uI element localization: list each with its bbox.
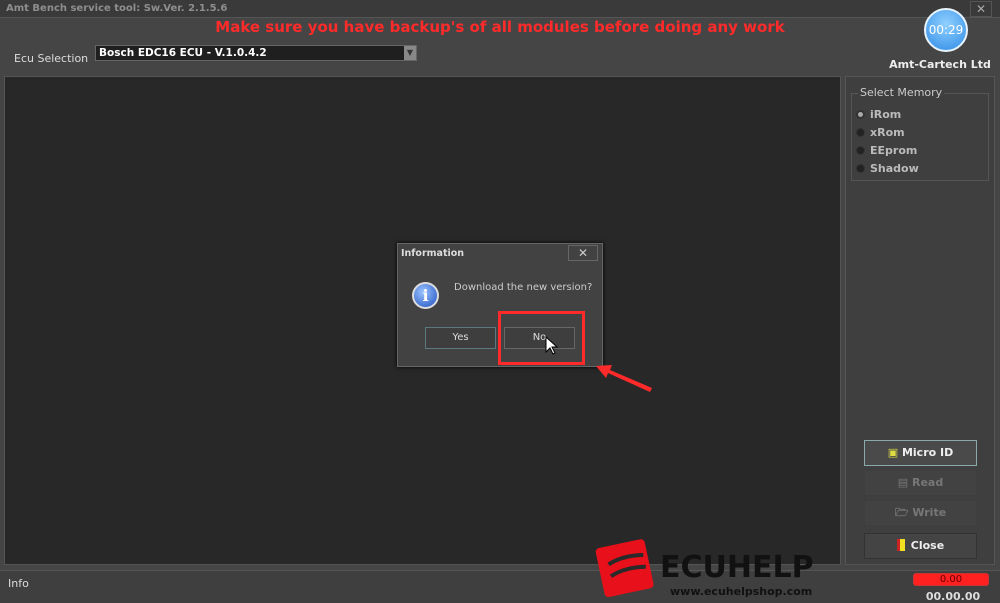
right-panel: Select Memory iRom xRom EEprom Shadow ▣ … — [845, 76, 995, 565]
select-memory-group: Select Memory iRom xRom EEprom Shadow — [851, 86, 989, 181]
ecuhelp-watermark: ECUHELP www.ecuhelpshop.com — [595, 539, 814, 598]
mouse-cursor-icon — [545, 335, 559, 355]
radio-shadow[interactable]: Shadow — [856, 162, 986, 178]
ecu-selection-label: Ecu Selection — [14, 52, 89, 65]
micro-id-button[interactable]: ▣ Micro ID — [864, 440, 977, 466]
info-icon: i — [412, 282, 439, 309]
door-icon — [896, 539, 905, 551]
folder-icon: 🗁 — [894, 506, 913, 519]
ecu-selection-dropdown[interactable]: Bosch EDC16 ECU - V.1.0.4.2 ▼ — [95, 45, 417, 61]
title-bar: Amt Bench service tool: Sw.Ver. 2.1.5.6 … — [0, 0, 1000, 18]
button-label: Write — [912, 506, 947, 519]
radio-irom[interactable]: iRom — [856, 108, 986, 124]
button-label: Close — [910, 539, 945, 552]
backup-warning: Make sure you have backup's of all modul… — [215, 18, 785, 36]
window-close-button[interactable]: ✕ — [970, 1, 992, 17]
elapsed-time: 00.00.00 — [925, 590, 981, 603]
radio-label: EEprom — [870, 144, 918, 157]
button-label: Micro ID — [901, 446, 954, 459]
dialog-title: Information — [401, 248, 465, 259]
button-label: Read — [912, 476, 944, 489]
window-title: Amt Bench service tool: Sw.Ver. 2.1.5.6 — [6, 3, 228, 14]
radio-icon — [856, 164, 865, 173]
close-button[interactable]: Close — [864, 533, 977, 559]
radio-label: xRom — [870, 126, 905, 139]
read-icon: ▤ — [897, 476, 912, 489]
progress-indicator: 0.00 — [913, 573, 989, 586]
chevron-down-icon[interactable]: ▼ — [404, 46, 416, 60]
select-memory-title: Select Memory — [858, 86, 945, 99]
info-bar: Info 0.00 00.00.00 — [0, 570, 1000, 603]
yes-button[interactable]: Yes — [425, 327, 496, 349]
dialog-close-button[interactable]: ✕ — [568, 245, 598, 261]
radio-label: iRom — [870, 108, 902, 121]
radio-icon — [856, 128, 865, 137]
write-button[interactable]: 🗁 Write — [864, 500, 977, 526]
dialog-message: Download the new version? — [454, 282, 593, 293]
red-arrow-icon — [596, 365, 652, 392]
info-label: Info — [8, 577, 29, 590]
radio-label: Shadow — [870, 162, 919, 175]
timer-badge: 00:29 — [924, 8, 968, 52]
read-button[interactable]: ▤ Read — [864, 470, 977, 496]
brand-text: ECUHELP — [660, 550, 814, 585]
ecu-selection-value: Bosch EDC16 ECU - V.1.0.4.2 — [99, 47, 267, 59]
cursor-and-arrow — [545, 335, 652, 392]
radio-xrom[interactable]: xRom — [856, 126, 986, 142]
chip-icon: ▣ — [887, 446, 902, 459]
radio-icon — [856, 146, 865, 155]
radio-selected-icon — [856, 110, 865, 119]
radio-eeprom[interactable]: EEprom — [856, 144, 986, 160]
url-text: www.ecuhelpshop.com — [670, 585, 812, 598]
company-name: Amt-Cartech Ltd — [889, 58, 991, 71]
